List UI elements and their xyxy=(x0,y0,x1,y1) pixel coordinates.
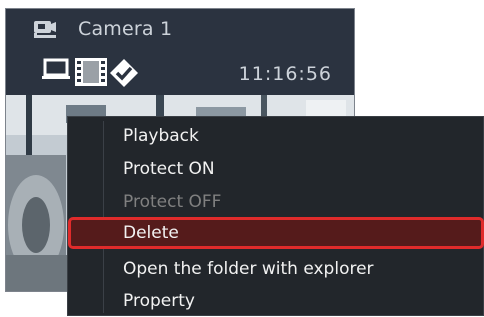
context-menu: Playback Protect ON Protect OFF Delete O… xyxy=(67,116,484,316)
menu-item-property[interactable]: Property xyxy=(68,285,483,317)
menu-item-playback[interactable]: Playback xyxy=(68,120,483,152)
menu-item-protect-off: Protect OFF xyxy=(123,192,222,212)
menu-item-open-folder[interactable]: Open the folder with explorer xyxy=(68,253,483,285)
camera-header: Camera 1 11:16:56 xyxy=(6,9,354,94)
menu-item-delete[interactable]: Delete xyxy=(68,217,484,249)
laptop-icon xyxy=(42,58,70,79)
timestamp: 11:16:56 xyxy=(238,63,332,85)
camera-icon xyxy=(33,19,63,43)
protected-check-icon xyxy=(110,59,138,87)
menu-item-protect-on[interactable]: Protect ON xyxy=(68,153,483,185)
camera-name: Camera 1 xyxy=(78,18,173,40)
film-icon xyxy=(75,58,107,86)
